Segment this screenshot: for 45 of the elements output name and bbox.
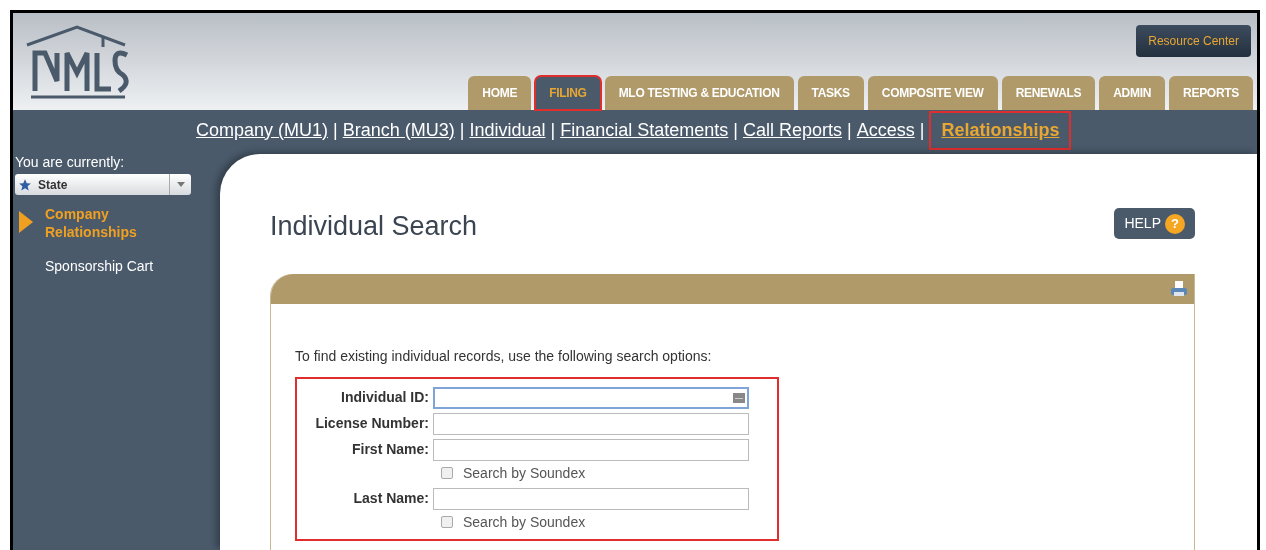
field-label: First Name: [350, 440, 430, 459]
checkbox[interactable] [441, 467, 453, 479]
subnav-link[interactable]: Relationships [941, 119, 1060, 140]
field-label: License Number: [314, 414, 430, 433]
text-field[interactable] [433, 438, 749, 461]
nav-tab[interactable]: MLO TESTING & EDUCATION [604, 76, 794, 110]
subnav-link[interactable]: Financial Statements [560, 116, 729, 144]
context-label: You are currently: [15, 153, 126, 172]
help-badge: ? [1165, 213, 1185, 234]
star-icon [18, 177, 32, 192]
context-dropdown[interactable]: State [15, 174, 191, 195]
subnav-link[interactable]: Call Reports [742, 116, 842, 144]
nav-tab[interactable]: FILING [535, 76, 601, 110]
field-label: Individual ID: [340, 388, 430, 407]
subnav-link[interactable]: Branch (MU3) [342, 116, 455, 144]
nav-tab[interactable]: HOME [468, 76, 532, 110]
sidebar-link[interactable]: Sponsorship Cart [45, 257, 165, 275]
subnav-link[interactable]: Individual [469, 116, 546, 144]
nav-tab[interactable]: REPORTS [1169, 76, 1253, 110]
caret-icon [176, 182, 185, 187]
separator: | [549, 118, 557, 142]
checkbox[interactable] [441, 516, 453, 528]
nav-tab[interactable]: ADMIN [1099, 76, 1166, 110]
intro-text: To find existing individual records, use the following search options: [295, 346, 713, 366]
checkbox-label: Search by Soundex [463, 512, 586, 532]
separator: | [458, 118, 466, 142]
checkbox-label: Search by Soundex [463, 463, 586, 483]
resource-center-button[interactable]: Resource Center [1136, 25, 1251, 57]
subnav-link[interactable]: Access [856, 116, 915, 144]
field-label: Last Name: [352, 489, 430, 508]
nav-tab[interactable]: RENEWALS [1001, 76, 1096, 110]
text-field[interactable] [433, 386, 749, 409]
text-field[interactable] [433, 412, 749, 435]
help-button[interactable]: HELP ? [1114, 208, 1195, 239]
separator: | [332, 118, 339, 142]
nav-tab[interactable]: COMPOSITE VIEW [867, 76, 998, 110]
separator: | [846, 118, 853, 142]
printer-icon [1170, 279, 1188, 298]
page-title: Individual Search [270, 210, 478, 243]
separator: | [918, 118, 926, 142]
separator: | [732, 118, 739, 142]
nav-tab[interactable]: TASKS [797, 76, 864, 110]
subnav-link[interactable]: Company (MU1) [196, 116, 329, 144]
text-field[interactable] [433, 487, 749, 510]
sidebar-link[interactable]: Company Relationships [45, 205, 165, 241]
